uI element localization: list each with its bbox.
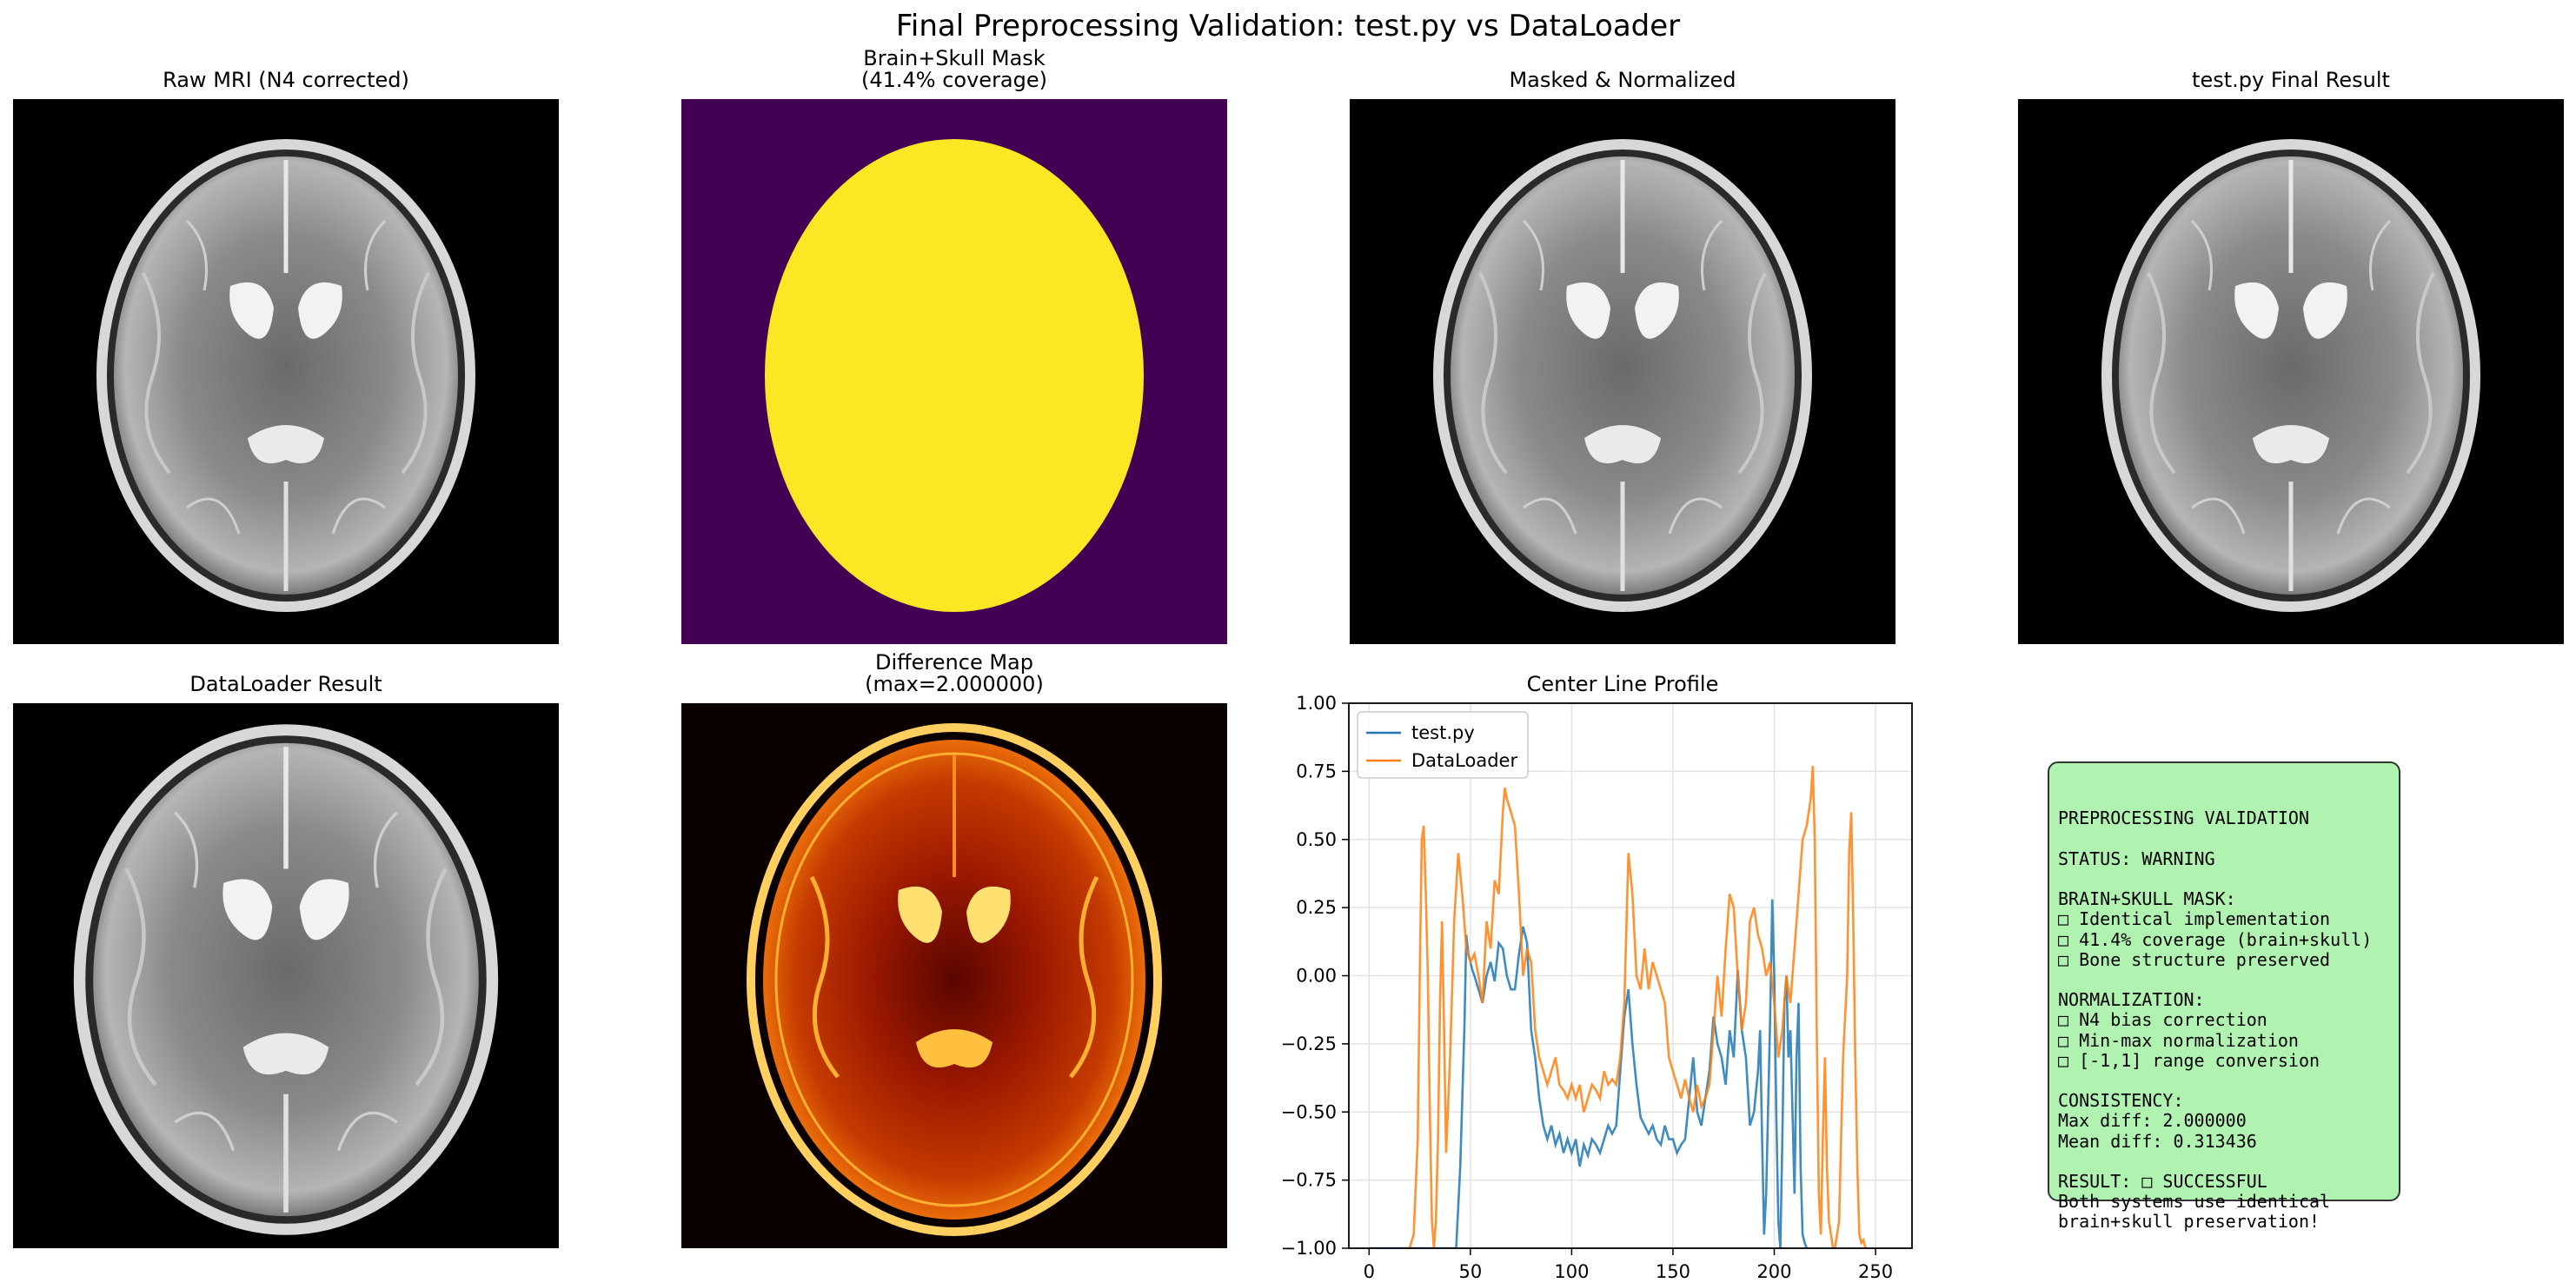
raw-mri-image <box>13 99 559 644</box>
x-tick-label: 0 <box>1364 1261 1375 1282</box>
validation-summary-box: PREPROCESSING VALIDATION STATUS: WARNING… <box>2048 761 2400 1232</box>
y-tick-label: −0.75 <box>1281 1170 1337 1191</box>
y-tick-label: 1.00 <box>1296 693 1337 714</box>
masked-normalized-image <box>1350 99 1895 644</box>
y-tick-label: −0.25 <box>1281 1034 1337 1054</box>
summary-line: □ Min-max normalization <box>2058 1029 2299 1051</box>
summary-line: NORMALIZATION: <box>2058 989 2205 1011</box>
brain-skull-mask-image <box>681 99 1227 644</box>
summary-line <box>2058 1152 2390 1172</box>
x-tick-label: 150 <box>1656 1261 1690 1282</box>
summary-line: □ Bone structure preserved <box>2058 948 2331 970</box>
x-tick-label: 100 <box>1554 1261 1589 1282</box>
summary-line: □ N4 bias correction <box>2058 1009 2267 1031</box>
series-line-testpy <box>1369 899 1809 1248</box>
summary-line: PREPROCESSING VALIDATION <box>2058 808 2309 829</box>
summary-line: Both systems use identical <box>2058 1191 2331 1213</box>
summary-line: Max diff: 2.000000 <box>2058 1110 2247 1132</box>
validation-summary-text: PREPROCESSING VALIDATION STATUS: WARNING… <box>2058 808 2390 1232</box>
legend-label: DataLoader <box>1411 750 1517 771</box>
legend-label: test.py <box>1411 722 1475 743</box>
summary-line <box>2058 829 2390 849</box>
y-tick-label: 0.00 <box>1296 966 1337 987</box>
summary-line <box>2058 970 2390 990</box>
y-tick-label: −0.50 <box>1281 1101 1337 1122</box>
y-tick-label: 0.50 <box>1296 829 1337 850</box>
summary-line: brain+skull preservation! <box>2058 1211 2320 1233</box>
summary-line: RESULT: □ SUCCESSFUL <box>2058 1171 2267 1193</box>
chart-title: Center Line Profile <box>1526 672 1719 696</box>
panel-title-mask: Brain+Skull Mask (41.4% coverage) <box>860 46 1048 92</box>
summary-line: STATUS: WARNING <box>2058 848 2215 869</box>
panel-title-dataloader: DataLoader Result <box>189 672 382 696</box>
x-tick-label: 200 <box>1756 1261 1791 1282</box>
summary-line <box>2058 1071 2390 1091</box>
summary-line <box>2058 869 2390 889</box>
y-tick-label: 0.75 <box>1296 761 1337 781</box>
summary-line: □ 41.4% coverage (brain+skull) <box>2058 928 2373 950</box>
panel-title-raw: Raw MRI (N4 corrected) <box>163 68 409 92</box>
x-tick-label: 50 <box>1458 1261 1482 1282</box>
x-tick-label: 250 <box>1858 1261 1893 1282</box>
panel-title-masked: Masked & Normalized <box>1509 68 1736 92</box>
summary-line: BRAIN+SKULL MASK: <box>2058 888 2236 910</box>
panel-title-diff: Difference Map (max=2.000000) <box>865 650 1044 696</box>
testpy-result-image <box>2018 99 2564 644</box>
series-line-dataloader <box>1405 766 1868 1248</box>
plot-frame <box>1348 702 1913 1249</box>
y-tick-label: −1.00 <box>1281 1238 1337 1259</box>
summary-line: CONSISTENCY: <box>2058 1090 2184 1112</box>
legend-box <box>1357 711 1529 779</box>
mask-region <box>765 139 1144 612</box>
y-tick-label: 0.25 <box>1296 897 1337 918</box>
summary-line: □ [-1,1] range conversion <box>2058 1049 2320 1071</box>
panel-title-testpy: test.py Final Result <box>2192 68 2390 92</box>
summary-line: □ Identical implementation <box>2058 908 2331 930</box>
dataloader-result-image <box>13 703 559 1248</box>
summary-line: Mean diff: 0.313436 <box>2058 1130 2257 1152</box>
difference-map-image <box>681 703 1227 1248</box>
figure-title: Final Preprocessing Validation: test.py … <box>895 9 1681 43</box>
